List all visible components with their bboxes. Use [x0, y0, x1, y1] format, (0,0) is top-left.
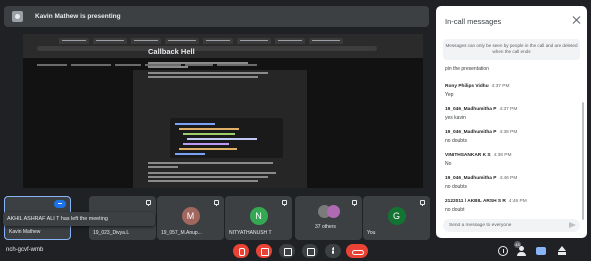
shared-screen	[23, 34, 423, 188]
camera-off-icon[interactable]	[256, 244, 272, 258]
participant-name: 19_023_Divya.L	[93, 230, 130, 236]
chat-sender: 19_046_Madhumitha P	[445, 130, 497, 135]
chat-message: Rony Philips Vidhu 4:37 PM Yep	[445, 84, 575, 107]
left-meeting-toast: AKHIL ASHRAF ALI T has left the meeting	[3, 212, 155, 226]
presenter-banner-text: Kavin Mathew is presenting	[35, 13, 121, 20]
participant-name: Kavin Mathew	[9, 229, 41, 235]
chat-message: VINITHSANKAR K S 4:38 PM No	[445, 153, 575, 176]
chat-message-list: pin the presentation Rony Philips Vidhu 4…	[445, 64, 575, 222]
chat-message: 19_046_Madhumitha P 4:46 PM no doubts	[445, 176, 575, 199]
chat-time: 4:38 PM	[499, 130, 518, 135]
chat-time: 4:37 PM	[491, 84, 510, 89]
chat-message-text: yes kavin	[445, 115, 466, 121]
present-icon[interactable]	[302, 244, 318, 258]
chat-sender: 19_046_Madhumitha P	[445, 176, 497, 181]
participant-tile-you[interactable]: G You	[363, 196, 430, 240]
mic-off-icon[interactable]	[233, 244, 249, 258]
chat-sender: 2122011 / AKBIL ARSH S R	[445, 199, 506, 204]
shared-browser-chrome	[23, 34, 423, 66]
chat-icon[interactable]	[536, 247, 546, 255]
chat-message-input[interactable]	[449, 221, 559, 230]
shared-doc-title: Callback Hell	[148, 47, 195, 56]
chat-compose	[443, 219, 580, 232]
pin-icon[interactable]	[419, 200, 425, 206]
pin-icon[interactable]	[145, 200, 151, 206]
close-icon[interactable]	[572, 16, 580, 24]
chat-time: 4:37 PM	[499, 107, 518, 112]
chat-sender: 19_046_Madhumitha P	[445, 107, 497, 112]
avatar: G	[387, 207, 406, 225]
chat-message-text: pin the presentation	[445, 66, 489, 72]
chat-message-text: No	[445, 161, 452, 167]
people-count-badge: 45	[514, 241, 521, 248]
participant-tile-others[interactable]: 37 others	[295, 196, 362, 240]
chat-panel-title: In-call messages	[445, 17, 502, 26]
chat-message-text: no doubts	[445, 138, 467, 144]
chat-message-text: no doubt	[445, 207, 465, 213]
chat-notice: Messages can only be seen by people in t…	[443, 39, 580, 60]
chat-time: 4:38 PM	[493, 153, 512, 158]
presenter-icon	[12, 11, 23, 22]
chat-message: 19_046_Madhumitha P 4:38 PM no doubts	[445, 130, 575, 153]
participant-name: 19_057_M.Anup...	[161, 230, 202, 236]
chat-scrollbar[interactable]	[582, 102, 584, 220]
participant-tile-anup[interactable]: M 19_057_M.Anup...	[157, 196, 224, 240]
meet-window: Kavin Mathew is presenting Callback Hell	[0, 0, 591, 261]
avatar: M	[181, 207, 200, 225]
chat-sender: Rony Philips Vidhu	[445, 84, 489, 89]
chat-sender: VINITHSANKAR K S	[445, 153, 491, 158]
participant-name: NITYATHANUSH T	[229, 230, 272, 236]
chat-time: 4:46 PM	[508, 199, 527, 204]
more-icon[interactable]	[325, 244, 341, 258]
info-icon[interactable]	[498, 246, 508, 256]
meeting-code: nch-gcvf-wmb	[6, 247, 44, 253]
chat-time: 4:46 PM	[499, 176, 518, 181]
presenting-icon	[54, 200, 66, 208]
chat-message-text: Yep	[445, 92, 454, 98]
pin-icon[interactable]	[351, 200, 357, 206]
send-icon[interactable]	[569, 222, 576, 228]
activities-icon[interactable]	[557, 246, 567, 256]
avatar-cluster	[317, 205, 340, 219]
shared-code-block	[170, 118, 283, 158]
hangup-icon[interactable]	[346, 244, 368, 258]
chat-message-text: no doubts	[445, 184, 467, 190]
chat-message: 19_046_Madhumitha P 4:37 PM yes kavin	[445, 107, 575, 130]
avatar: N	[249, 207, 268, 225]
chat-panel: In-call messages Messages can only be se…	[436, 6, 587, 238]
pin-icon[interactable]	[281, 200, 287, 206]
participant-tile-nityathanush[interactable]: N NITYATHANUSH T	[225, 196, 292, 240]
participant-name: 37 others	[315, 224, 336, 230]
participant-name: You	[367, 230, 376, 236]
captions-icon[interactable]	[279, 244, 295, 258]
pin-icon[interactable]	[213, 200, 219, 206]
presenter-banner: Kavin Mathew is presenting	[4, 6, 429, 27]
